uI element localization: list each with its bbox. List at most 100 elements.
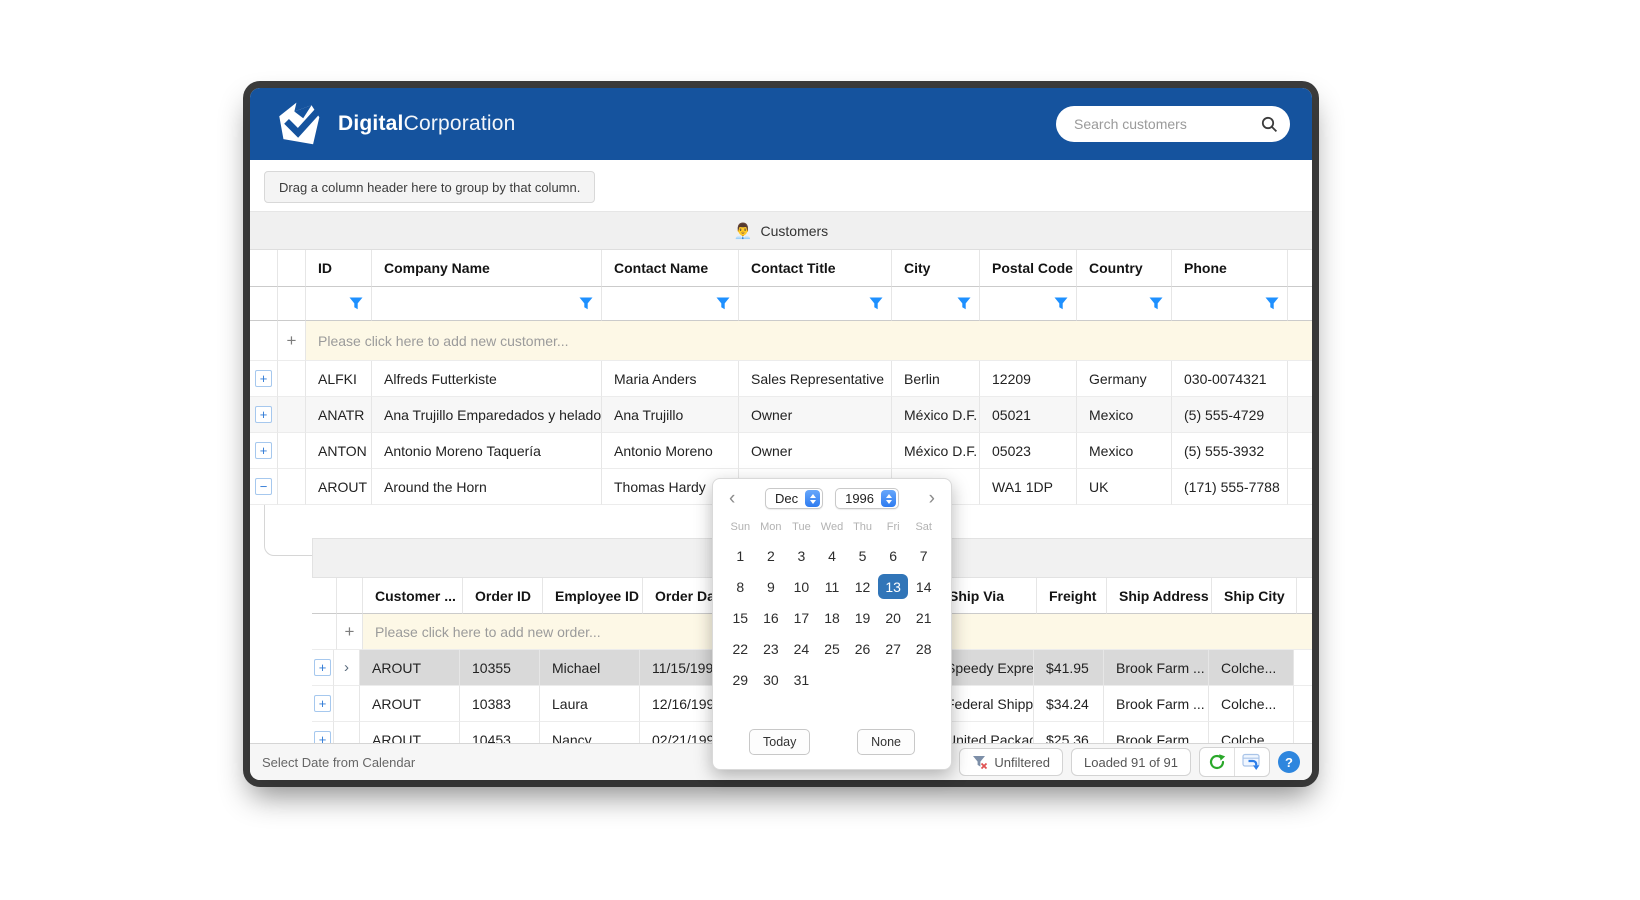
cell-postal[interactable]: 05021 xyxy=(980,397,1077,433)
cell-phone[interactable]: (5) 555-3932 xyxy=(1172,433,1288,469)
cell-country[interactable]: UK xyxy=(1077,469,1172,505)
calendar-day[interactable]: 6 xyxy=(878,543,909,568)
cell-employee[interactable]: Michael xyxy=(540,650,640,686)
calendar-day[interactable]: 5 xyxy=(847,543,878,568)
add-customer-row[interactable]: + Please click here to add new customer.… xyxy=(250,321,1312,361)
column-header-ship-address[interactable]: Ship Address xyxy=(1107,578,1212,614)
column-header-id[interactable]: ID xyxy=(306,250,372,287)
calendar-day[interactable]: 10 xyxy=(786,574,817,599)
customer-row-anton[interactable]: + ANTON Antonio Moreno Taquería Antonio … xyxy=(250,433,1312,469)
calendar-next-button[interactable]: › xyxy=(927,489,937,509)
search-input[interactable] xyxy=(1072,115,1261,133)
cell-order-id[interactable]: 10383 xyxy=(460,686,540,722)
cell-customer[interactable]: AROUT xyxy=(360,650,460,686)
cell-postal[interactable]: WA1 1DP xyxy=(980,469,1077,505)
cell-employee[interactable]: Laura xyxy=(540,686,640,722)
calendar-today-button[interactable]: Today xyxy=(749,729,810,755)
column-header-customer[interactable]: Customer ... xyxy=(363,578,463,614)
cell-freight[interactable]: $41.95 xyxy=(1034,650,1104,686)
calendar-day[interactable]: 18 xyxy=(817,605,848,630)
loaded-count-button[interactable]: Loaded 91 of 91 xyxy=(1071,748,1191,776)
cell-id[interactable]: AROUT xyxy=(306,469,372,505)
calendar-day[interactable]: 25 xyxy=(817,636,848,661)
column-header-ship-city[interactable]: Ship City xyxy=(1212,578,1297,614)
cell-customer[interactable]: AROUT xyxy=(360,686,460,722)
column-header-company[interactable]: Company Name xyxy=(372,250,602,287)
cell-country[interactable]: Mexico xyxy=(1077,397,1172,433)
cell-city[interactable]: Berlin xyxy=(892,361,980,397)
column-header-freight[interactable]: Freight xyxy=(1037,578,1107,614)
cell-title[interactable]: Owner xyxy=(739,433,892,469)
export-button[interactable] xyxy=(1234,748,1269,776)
calendar-month-select[interactable]: Dec xyxy=(765,488,823,509)
add-customer-text[interactable]: Please click here to add new customer... xyxy=(306,321,1312,361)
calendar-day[interactable]: 21 xyxy=(908,605,939,630)
filter-funnel-icon[interactable] xyxy=(579,297,593,310)
calendar-day[interactable]: 22 xyxy=(725,636,756,661)
cell-ship-city[interactable]: Colche... xyxy=(1209,686,1294,722)
expand-plus-icon[interactable]: + xyxy=(255,442,272,459)
filter-funnel-icon[interactable] xyxy=(1054,297,1068,310)
cell-ship-city[interactable]: Colche... xyxy=(1209,650,1294,686)
customer-row-anatr[interactable]: + ANATR Ana Trujillo Emparedados y helad… xyxy=(250,397,1312,433)
calendar-day[interactable]: 19 xyxy=(847,605,878,630)
calendar-day[interactable]: 27 xyxy=(878,636,909,661)
customer-row-alfki[interactable]: + ALFKI Alfreds Futterkiste Maria Anders… xyxy=(250,361,1312,397)
filter-funnel-icon[interactable] xyxy=(1265,297,1279,310)
refresh-button[interactable] xyxy=(1200,748,1234,776)
cell-phone[interactable]: 030-0074321 xyxy=(1172,361,1288,397)
cell-order-id[interactable]: 10355 xyxy=(460,650,540,686)
calendar-prev-button[interactable]: ‹ xyxy=(727,489,737,509)
calendar-day[interactable]: 24 xyxy=(786,636,817,661)
cell-phone[interactable]: (171) 555-7788 xyxy=(1172,469,1288,505)
calendar-day[interactable]: 31 xyxy=(786,667,817,692)
cell-contact[interactable]: Antonio Moreno xyxy=(602,433,739,469)
cell-city[interactable]: México D.F. xyxy=(892,397,980,433)
column-header-phone[interactable]: Phone xyxy=(1172,250,1288,287)
expand-plus-icon[interactable]: + xyxy=(314,659,331,676)
filter-funnel-icon[interactable] xyxy=(1149,297,1163,310)
expand-plus-icon[interactable]: + xyxy=(314,695,331,712)
cell-phone[interactable]: (5) 555-4729 xyxy=(1172,397,1288,433)
calendar-day[interactable]: 12 xyxy=(847,574,878,599)
column-header-postal[interactable]: Postal Code xyxy=(980,250,1077,287)
calendar-day[interactable]: 30 xyxy=(756,667,787,692)
calendar-day-selected[interactable]: 13 xyxy=(878,574,909,599)
cell-contact[interactable]: Maria Anders xyxy=(602,361,739,397)
cell-contact[interactable]: Ana Trujillo xyxy=(602,397,739,433)
cell-ship-address[interactable]: Brook Farm ... xyxy=(1104,650,1209,686)
cell-ship-address[interactable]: Brook Farm ... xyxy=(1104,686,1209,722)
unfiltered-button[interactable]: Unfiltered xyxy=(959,748,1063,776)
calendar-day[interactable]: 20 xyxy=(878,605,909,630)
calendar-day[interactable]: 17 xyxy=(786,605,817,630)
cell-company[interactable]: Around the Horn xyxy=(372,469,602,505)
group-by-hint[interactable]: Drag a column header here to group by th… xyxy=(264,171,595,203)
cell-company[interactable]: Ana Trujillo Emparedados y helados xyxy=(372,397,602,433)
search-icon[interactable] xyxy=(1261,116,1278,133)
calendar-day[interactable]: 4 xyxy=(817,543,848,568)
calendar-day[interactable]: 1 xyxy=(725,543,756,568)
calendar-day[interactable]: 9 xyxy=(756,574,787,599)
calendar-day[interactable]: 23 xyxy=(756,636,787,661)
cell-company[interactable]: Antonio Moreno Taquería xyxy=(372,433,602,469)
calendar-none-button[interactable]: None xyxy=(857,729,915,755)
cell-company[interactable]: Alfreds Futterkiste xyxy=(372,361,602,397)
calendar-day[interactable]: 8 xyxy=(725,574,756,599)
calendar-day[interactable]: 14 xyxy=(908,574,939,599)
calendar-day[interactable]: 28 xyxy=(908,636,939,661)
cell-country[interactable]: Germany xyxy=(1077,361,1172,397)
help-button[interactable]: ? xyxy=(1278,751,1300,773)
filter-funnel-icon[interactable] xyxy=(716,297,730,310)
expand-plus-icon[interactable]: + xyxy=(255,370,272,387)
cell-city[interactable]: México D.F. xyxy=(892,433,980,469)
cell-title[interactable]: Owner xyxy=(739,397,892,433)
calendar-day[interactable]: 7 xyxy=(908,543,939,568)
cell-country[interactable]: Mexico xyxy=(1077,433,1172,469)
cell-id[interactable]: ANTON xyxy=(306,433,372,469)
column-header-contact[interactable]: Contact Name xyxy=(602,250,739,287)
cell-postal[interactable]: 12209 xyxy=(980,361,1077,397)
column-header-country[interactable]: Country xyxy=(1077,250,1172,287)
column-header-order-id[interactable]: Order ID xyxy=(463,578,543,614)
column-header-city[interactable]: City xyxy=(892,250,980,287)
cell-title[interactable]: Sales Representative xyxy=(739,361,892,397)
